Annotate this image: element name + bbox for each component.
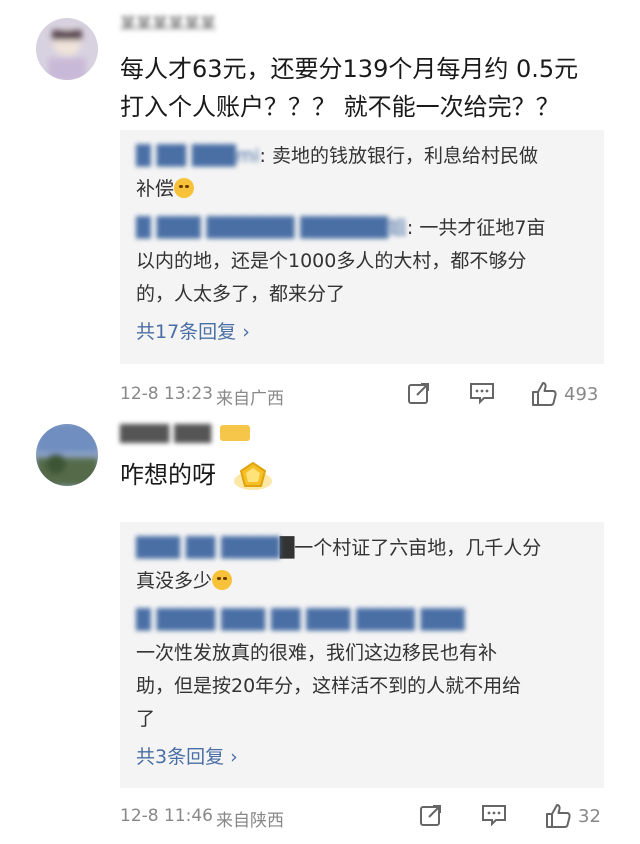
more-replies-link[interactable]: 共3条回复 › <box>136 742 590 772</box>
reply-box: ███ ██ █████一个村证了六亩地，几千人分 真没多少 █ ████ ██… <box>120 522 604 788</box>
timestamp: 12-8 13:23 <box>120 384 213 404</box>
timestamp: 12-8 11:46 <box>120 806 213 826</box>
reply-box: █ ██ ███mi: 卖地的钱放银行，利息给村民做 补偿 █ ███ ████… <box>120 130 604 364</box>
reply-item[interactable]: █ ████ ███ ██ ███ ████ ███ 一次性发放真的很难，我们这… <box>136 604 590 736</box>
comment-text: 咋想的呀 <box>120 456 620 495</box>
location: 来自陕西 <box>216 811 284 831</box>
avatar-image <box>36 424 98 486</box>
comment-text: 每人才63元，还要分139个月每月约 0.5元 打入个人账户？？？ 就不能一次给… <box>120 55 579 121</box>
avatar[interactable] <box>36 18 98 80</box>
comment-2: ████ ███ 咋想的呀 ███ ██ █████一个村证了六亩地，几千人分 … <box>0 420 640 844</box>
laugh-cry-emoji-icon <box>174 178 195 198</box>
like-icon <box>546 804 571 828</box>
laugh-cry-emoji-icon <box>212 570 233 590</box>
comment-button[interactable] <box>480 802 508 828</box>
reply-item[interactable]: █ ██ ███mi: 卖地的钱放银行，利息给村民做 补偿 <box>136 140 590 206</box>
share-button[interactable] <box>406 380 432 406</box>
like-count: 493 <box>564 383 599 405</box>
location: 来自广西 <box>216 389 284 409</box>
avatar-image <box>36 18 98 80</box>
share-button[interactable] <box>418 802 444 828</box>
share-icon <box>408 383 429 404</box>
share-icon <box>420 805 441 826</box>
gold-badge-icon <box>233 462 272 490</box>
comment-1: 某某某某某某 每人才63元，还要分139个月每月约 0.5元 打入个人账户？？？… <box>0 0 640 420</box>
like-icon <box>532 382 557 406</box>
comment-icon <box>470 383 494 405</box>
more-replies-link[interactable]: 共17条回复 › <box>136 317 590 347</box>
reply-item[interactable]: █ ███ ██████ ██████姐: 一共才征地7亩 以内的地，还是个10… <box>136 212 590 311</box>
reply-item[interactable]: ███ ██ █████一个村证了六亩地，几千人分 真没多少 <box>136 532 590 598</box>
like-count: 32 <box>578 805 601 827</box>
avatar[interactable] <box>36 424 98 486</box>
comment-icon <box>482 805 506 827</box>
comment-meta: 12-8 13:23 来自广西 493 <box>120 380 604 410</box>
like-button[interactable]: 32 <box>544 802 601 830</box>
level-badge <box>220 425 251 441</box>
username[interactable]: 某某某某某某 <box>120 14 216 34</box>
username[interactable]: ████ ███ <box>120 424 251 444</box>
comment-meta: 12-8 11:46 来自陕西 32 <box>120 802 604 832</box>
comment-button[interactable] <box>468 380 496 406</box>
like-button[interactable]: 493 <box>530 380 598 408</box>
